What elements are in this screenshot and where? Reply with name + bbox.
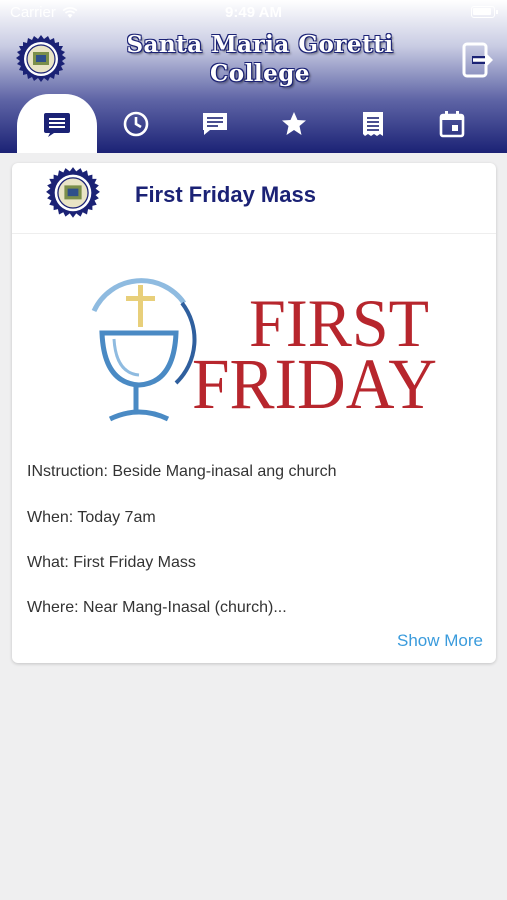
college-seal-icon — [46, 167, 100, 218]
post-where: Where: Near Mang-Inasal (church)... — [27, 599, 287, 616]
app-header: Carrier 9:49 AM Santa Maria Goretti Coll… — [0, 0, 507, 153]
announcements-icon — [44, 112, 70, 137]
star-icon — [282, 111, 306, 135]
post-what: What: First Friday Mass — [27, 554, 196, 571]
tab-bar — [17, 94, 507, 153]
calendar-icon — [439, 110, 465, 137]
chalice-icon — [91, 278, 197, 422]
college-name: Santa Maria Goretti College — [105, 30, 415, 88]
message-icon — [203, 112, 227, 135]
tab-history[interactable] — [96, 94, 176, 153]
battery-icon — [471, 6, 498, 18]
status-bar: Carrier 9:49 AM — [0, 0, 507, 26]
receipt-icon — [363, 111, 383, 136]
post-title: First Friday Mass — [135, 182, 316, 207]
banner-line2: FRIDAY — [192, 344, 437, 424]
logout-icon[interactable] — [462, 42, 496, 78]
clock-icon — [123, 111, 149, 136]
tab-receipts[interactable] — [333, 94, 413, 153]
college-seal-icon — [16, 35, 66, 82]
post-instruction: INstruction: Beside Mang-inasal ang chur… — [27, 463, 337, 480]
tab-favorites[interactable] — [254, 94, 334, 153]
show-more-link[interactable]: Show More — [397, 631, 483, 651]
college-name-line2: College — [210, 60, 310, 87]
college-name-line1: Santa Maria Goretti — [126, 31, 394, 58]
tab-announcements[interactable] — [17, 94, 97, 153]
tab-messages[interactable] — [175, 94, 255, 153]
post-card-header: First Friday Mass — [12, 163, 496, 234]
tab-calendar[interactable] — [412, 94, 492, 153]
status-time: 9:49 AM — [225, 4, 282, 21]
first-friday-banner: FIRST FRIDAY — [91, 278, 437, 424]
post-when: When: Today 7am — [27, 509, 156, 526]
post-card: First Friday Mass FIRST FRIDAY INstructi… — [12, 163, 496, 663]
